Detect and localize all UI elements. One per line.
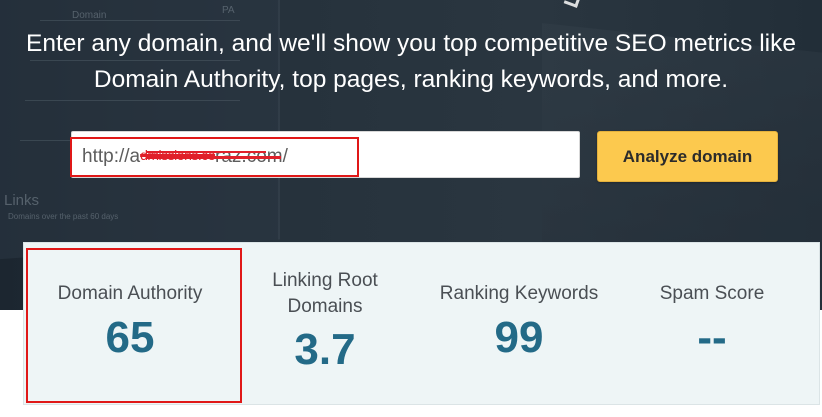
metric-domain-authority: Domain Authority 65 [24, 243, 236, 406]
background-table-line [40, 20, 240, 21]
metric-linking-root-domains: Linking Root Domains 3.7 [250, 243, 400, 406]
redaction-mark [146, 156, 281, 159]
subtitle-line: Domain Authority, top pages, ranking key… [93, 66, 729, 93]
metric-spam-score: Spam Score -- [624, 243, 800, 406]
metric-value: 99 [494, 313, 544, 362]
metric-label: Spam Score [659, 283, 765, 304]
background-text: Domains over the past 60 days [8, 212, 119, 221]
metrics-panel: Domain Authority 65 Linking Root Domains… [23, 242, 820, 405]
metric-value: 65 [105, 313, 155, 362]
subtitle-line: Enter any domain, and we'll show you top… [26, 30, 796, 57]
background-text: Domain [72, 10, 107, 21]
analyze-domain-button[interactable]: Analyze domain [597, 131, 778, 182]
domain-input[interactable] [71, 131, 580, 178]
metric-label: Domain Authority [57, 283, 203, 304]
hero-subtitle: Enter any domain, and we'll show you top… [0, 26, 822, 98]
redaction-mark [146, 151, 266, 153]
background-table-line [25, 100, 240, 101]
heading-fragment [563, 0, 583, 8]
metric-label: Linking Root Domains [272, 270, 378, 317]
metric-value: 3.7 [294, 325, 356, 374]
background-text: PA [222, 5, 235, 16]
background-text: Links [4, 192, 40, 209]
metric-label: Ranking Keywords [439, 283, 599, 304]
metric-value: -- [697, 313, 727, 362]
metric-ranking-keywords: Ranking Keywords 99 [416, 243, 622, 406]
